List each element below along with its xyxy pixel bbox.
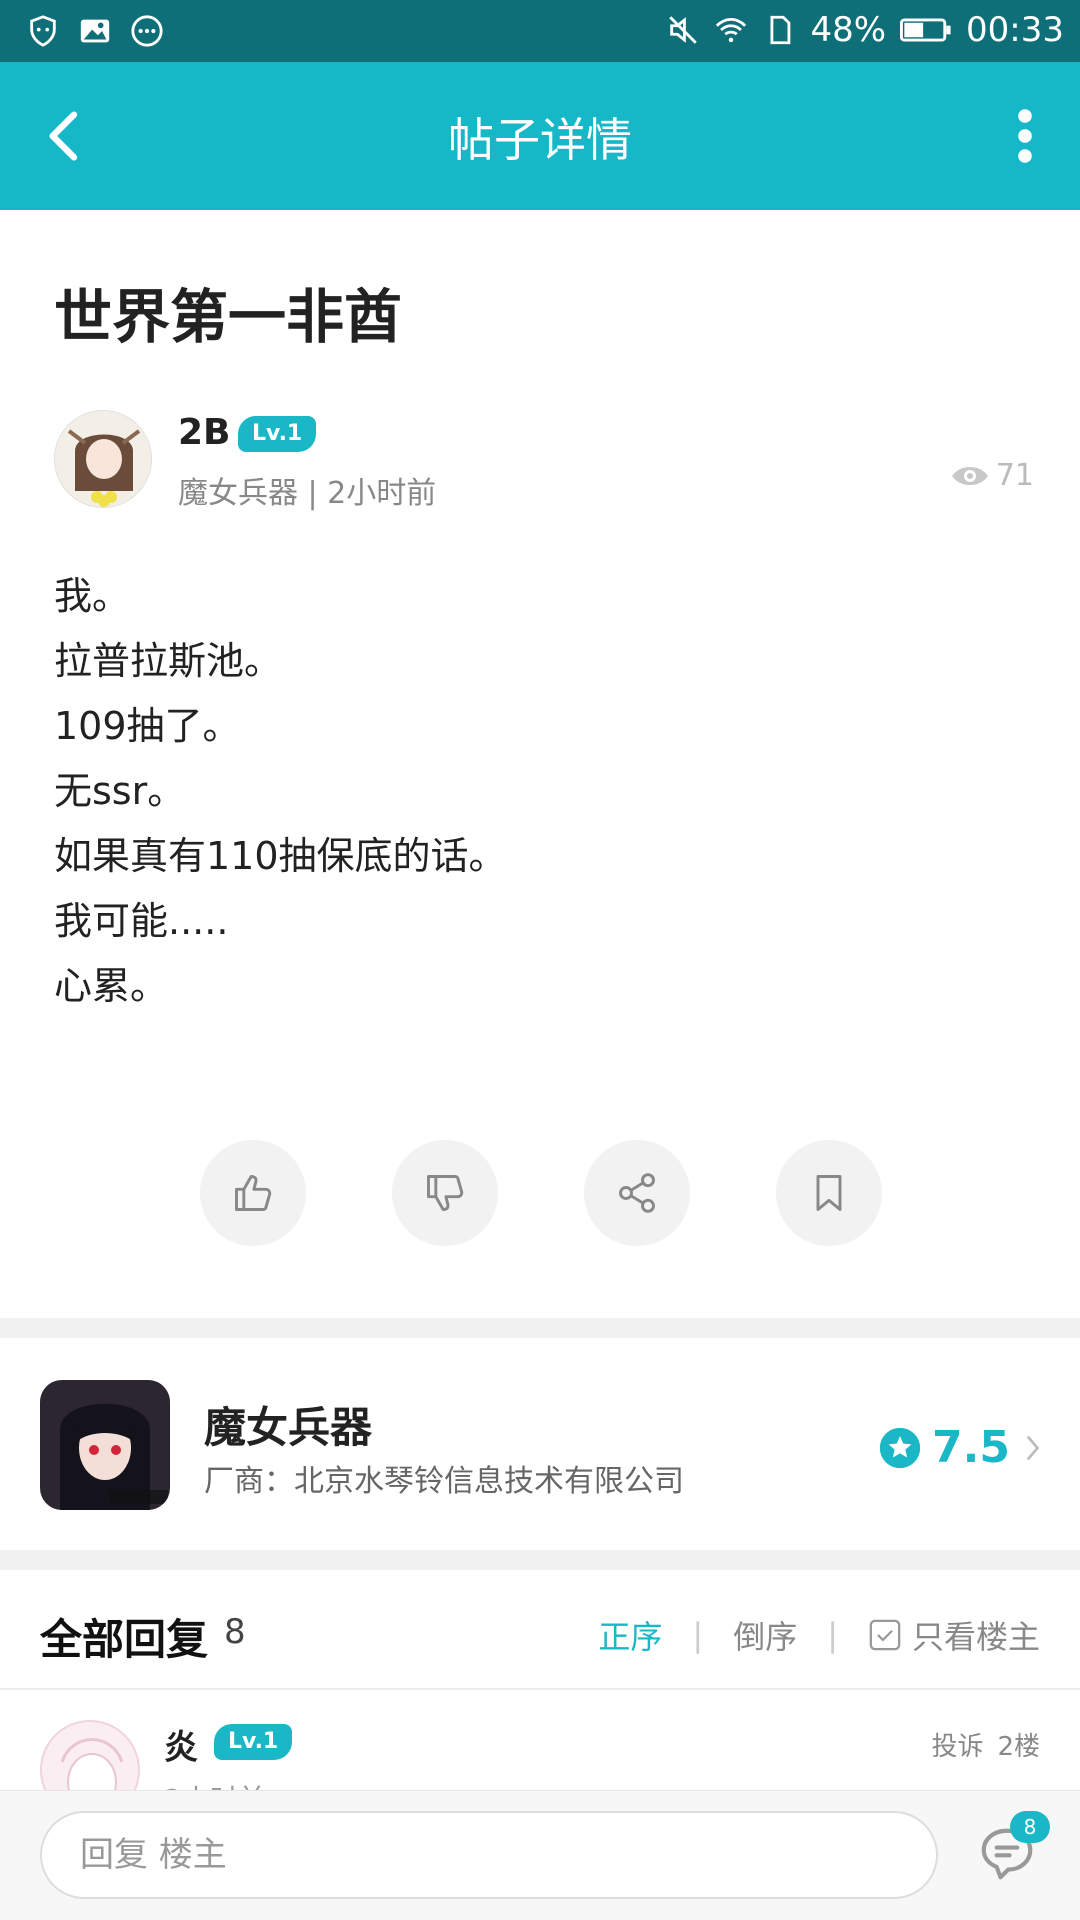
star-icon — [879, 1427, 921, 1468]
more-vertical-icon[interactable] — [1010, 106, 1040, 166]
image-icon — [80, 19, 110, 43]
content-line: 我可能..... — [54, 899, 229, 943]
reply-author-name[interactable]: 炎 — [164, 1720, 198, 1769]
status-bar: 48% 00:33 — [0, 0, 1080, 62]
content-line: 如果真有110抽保底的话。 — [54, 834, 507, 878]
share-button[interactable] — [584, 1140, 690, 1246]
battery-percent: 48% — [810, 10, 887, 50]
view-count-value: 71 — [995, 458, 1034, 493]
share-icon — [619, 1173, 655, 1213]
replies-title: 全部回复 — [40, 1615, 209, 1664]
author-avatar-image — [55, 411, 151, 507]
app-bar: 帖子详情 — [0, 62, 1080, 210]
bottom-reply-bar: 回复 楼主 8 — [0, 1790, 1080, 1920]
reply-input[interactable]: 回复 楼主 — [40, 1811, 938, 1899]
thumbs-up-icon — [235, 1175, 272, 1211]
avatar[interactable] — [54, 410, 152, 508]
chevron-right-icon — [1027, 1435, 1040, 1460]
page-title: 帖子详情 — [448, 113, 632, 167]
content-line: 我。 — [54, 574, 131, 618]
mute-icon — [669, 16, 698, 44]
reply-meta: 投诉 2楼 — [931, 1726, 1040, 1763]
level-badge: Lv.1 — [214, 1724, 293, 1760]
bookmark-icon — [816, 1175, 842, 1211]
game-score: 7.5 — [878, 1422, 1046, 1473]
score-value: 7.5 — [932, 1422, 1010, 1473]
sim-icon — [770, 15, 791, 45]
dislike-button[interactable] — [392, 1140, 498, 1246]
checkbox-icon — [869, 1619, 901, 1651]
section-divider — [0, 1318, 1080, 1338]
content-line: 心累。 — [54, 964, 169, 1008]
content-line: 拉普拉斯池。 — [54, 639, 283, 683]
content-line: 109抽了。 — [54, 704, 241, 748]
replies-header: 全部回复 8 正序 | 倒序 | 只看楼主 — [0, 1572, 1080, 1690]
sort-ascending-button[interactable]: 正序 — [598, 1612, 662, 1658]
post-title: 世界第一非酋 — [54, 283, 403, 351]
report-button[interactable]: 投诉 — [931, 1726, 983, 1763]
wifi-icon — [716, 17, 747, 43]
only-author-label: 只看楼主 — [911, 1618, 1040, 1656]
post-content: 我。 拉普拉斯池。 109抽了。 无ssr。 如果真有110抽保底的话。 我可能… — [54, 564, 1014, 1019]
separator: | — [827, 1616, 838, 1654]
game-card[interactable]: 魔女兵器 厂商：北京水琴铃信息技术有限公司 7.5 — [0, 1340, 1080, 1550]
view-count: 71 — [950, 458, 1034, 493]
game-artwork-icon — [40, 1380, 170, 1510]
more-dots-icon — [131, 15, 163, 47]
replies-sort-controls: 正序 | 倒序 | 只看楼主 — [598, 1612, 1040, 1658]
status-right: 48% 00:33 — [666, 10, 1064, 50]
shield-icon — [30, 15, 56, 47]
post-author: 2B Lv.1 魔女兵器 | 2小时前 71 — [54, 410, 1034, 511]
separator: | — [692, 1616, 704, 1654]
author-name[interactable]: 2B — [178, 412, 231, 453]
battery-icon — [900, 18, 951, 42]
game-vendor: 厂商：北京水琴铃信息技术有限公司 — [204, 1464, 684, 1499]
bookmark-button[interactable] — [776, 1140, 882, 1246]
section-divider — [0, 1550, 1080, 1570]
floor-number: 2楼 — [997, 1732, 1040, 1762]
level-badge: Lv.1 — [238, 416, 317, 452]
game-icon-image — [40, 1380, 170, 1510]
thumbs-down-icon — [427, 1175, 464, 1211]
status-notification-icons — [26, 14, 164, 48]
post-actions — [0, 1140, 1080, 1250]
clock: 00:33 — [966, 10, 1064, 50]
like-button[interactable] — [200, 1140, 306, 1246]
sort-descending-button[interactable]: 倒序 — [733, 1612, 797, 1658]
comment-count-badge: 8 — [1010, 1811, 1050, 1843]
only-author-toggle[interactable]: 只看楼主 — [868, 1612, 1040, 1658]
replies-count: 8 — [224, 1612, 246, 1652]
eye-icon — [951, 466, 988, 485]
game-name: 魔女兵器 — [204, 1403, 373, 1452]
content-line: 无ssr。 — [54, 769, 186, 813]
author-meta: 魔女兵器 | 2小时前 — [178, 476, 437, 511]
